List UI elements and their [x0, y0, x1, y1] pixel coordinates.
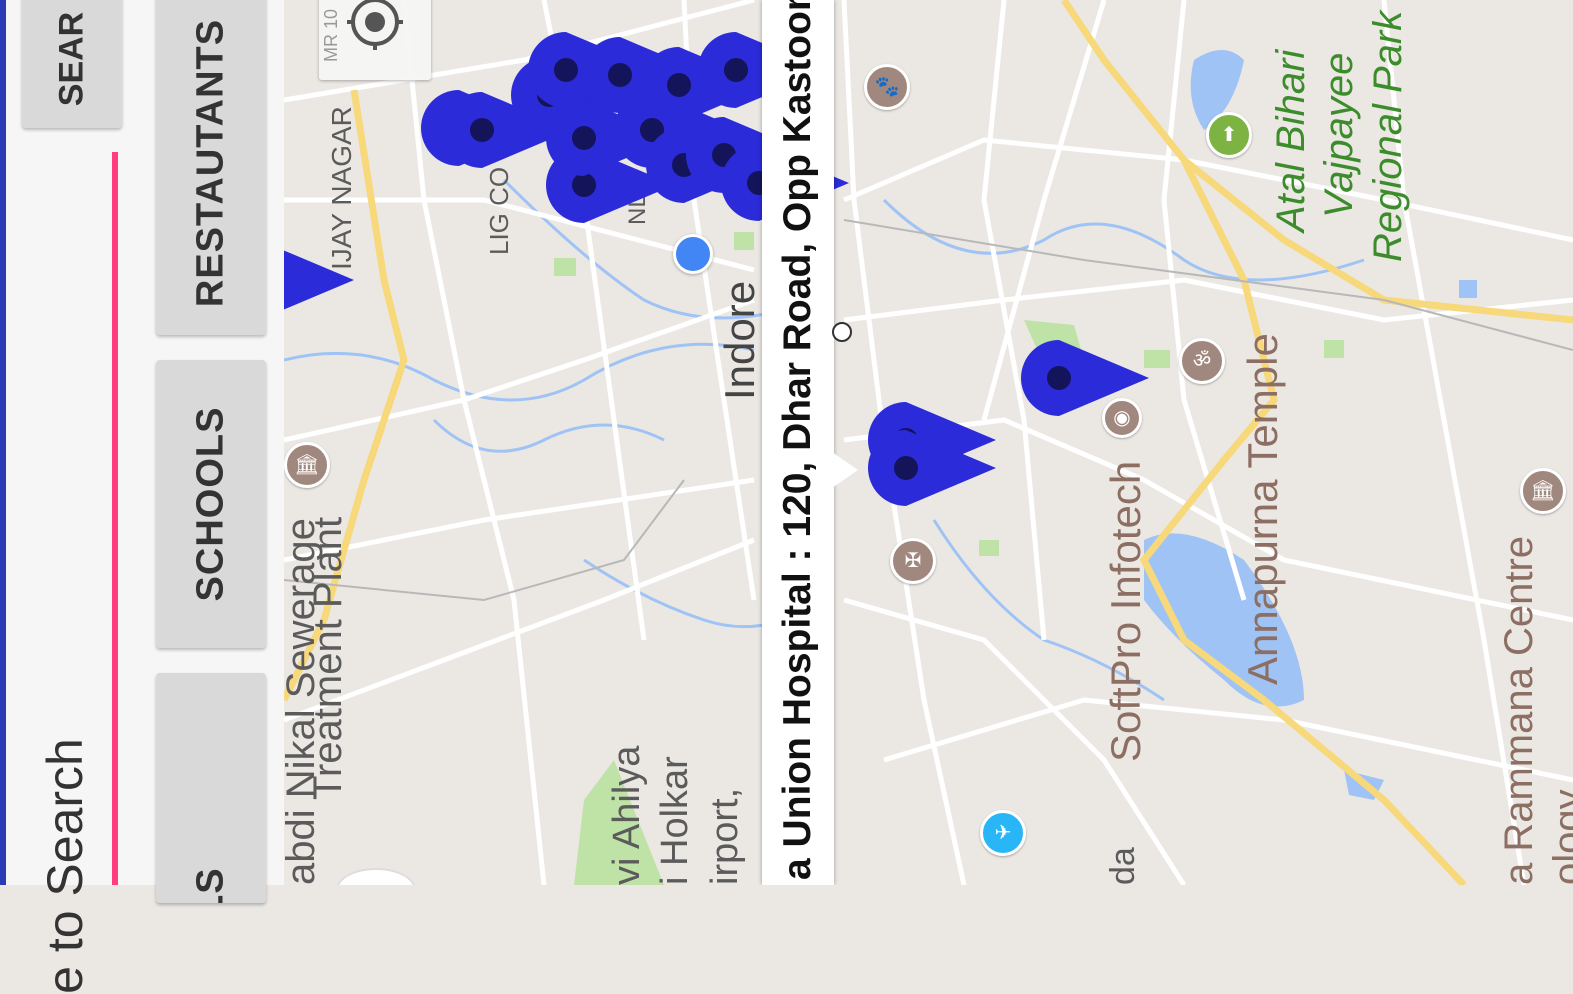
close-icon[interactable] [832, 322, 852, 342]
info-window[interactable]: a Union Hospital : 120, Dhar Road, Opp K… [762, 0, 834, 885]
schools-label: SCHOOLS [189, 406, 232, 602]
map-view[interactable]: MR 10 IJAY NAGAR LIG CO NL Indore abdi N… [284, 0, 1573, 885]
restaurants-button[interactable]: RESTAUTANTS [156, 0, 266, 335]
accent-edge [0, 0, 6, 885]
markers-layer [284, 32, 1149, 506]
info-window-text: a Union Hospital : 120, Dhar Road, Opp K… [776, 0, 819, 880]
info-window-tail [832, 452, 858, 488]
control-panel: SEAR e to Search RESTAUTANTS SCHOOLS PIT… [0, 0, 284, 994]
search-input[interactable]: e to Search [20, 150, 110, 994]
restaurants-label: RESTAUTANTS [189, 18, 232, 307]
location-marker[interactable] [1021, 340, 1149, 416]
location-marker[interactable] [284, 242, 354, 318]
search-button[interactable]: SEAR [22, 0, 122, 128]
schools-button[interactable]: SCHOOLS [156, 360, 266, 648]
search-placeholder: e to Search [37, 738, 93, 994]
search-button-label: SEAR [52, 11, 91, 107]
search-input-underline [112, 152, 118, 885]
hospitals-label: PITALS [190, 867, 233, 903]
hospitals-button[interactable]: PITALS [156, 673, 266, 903]
